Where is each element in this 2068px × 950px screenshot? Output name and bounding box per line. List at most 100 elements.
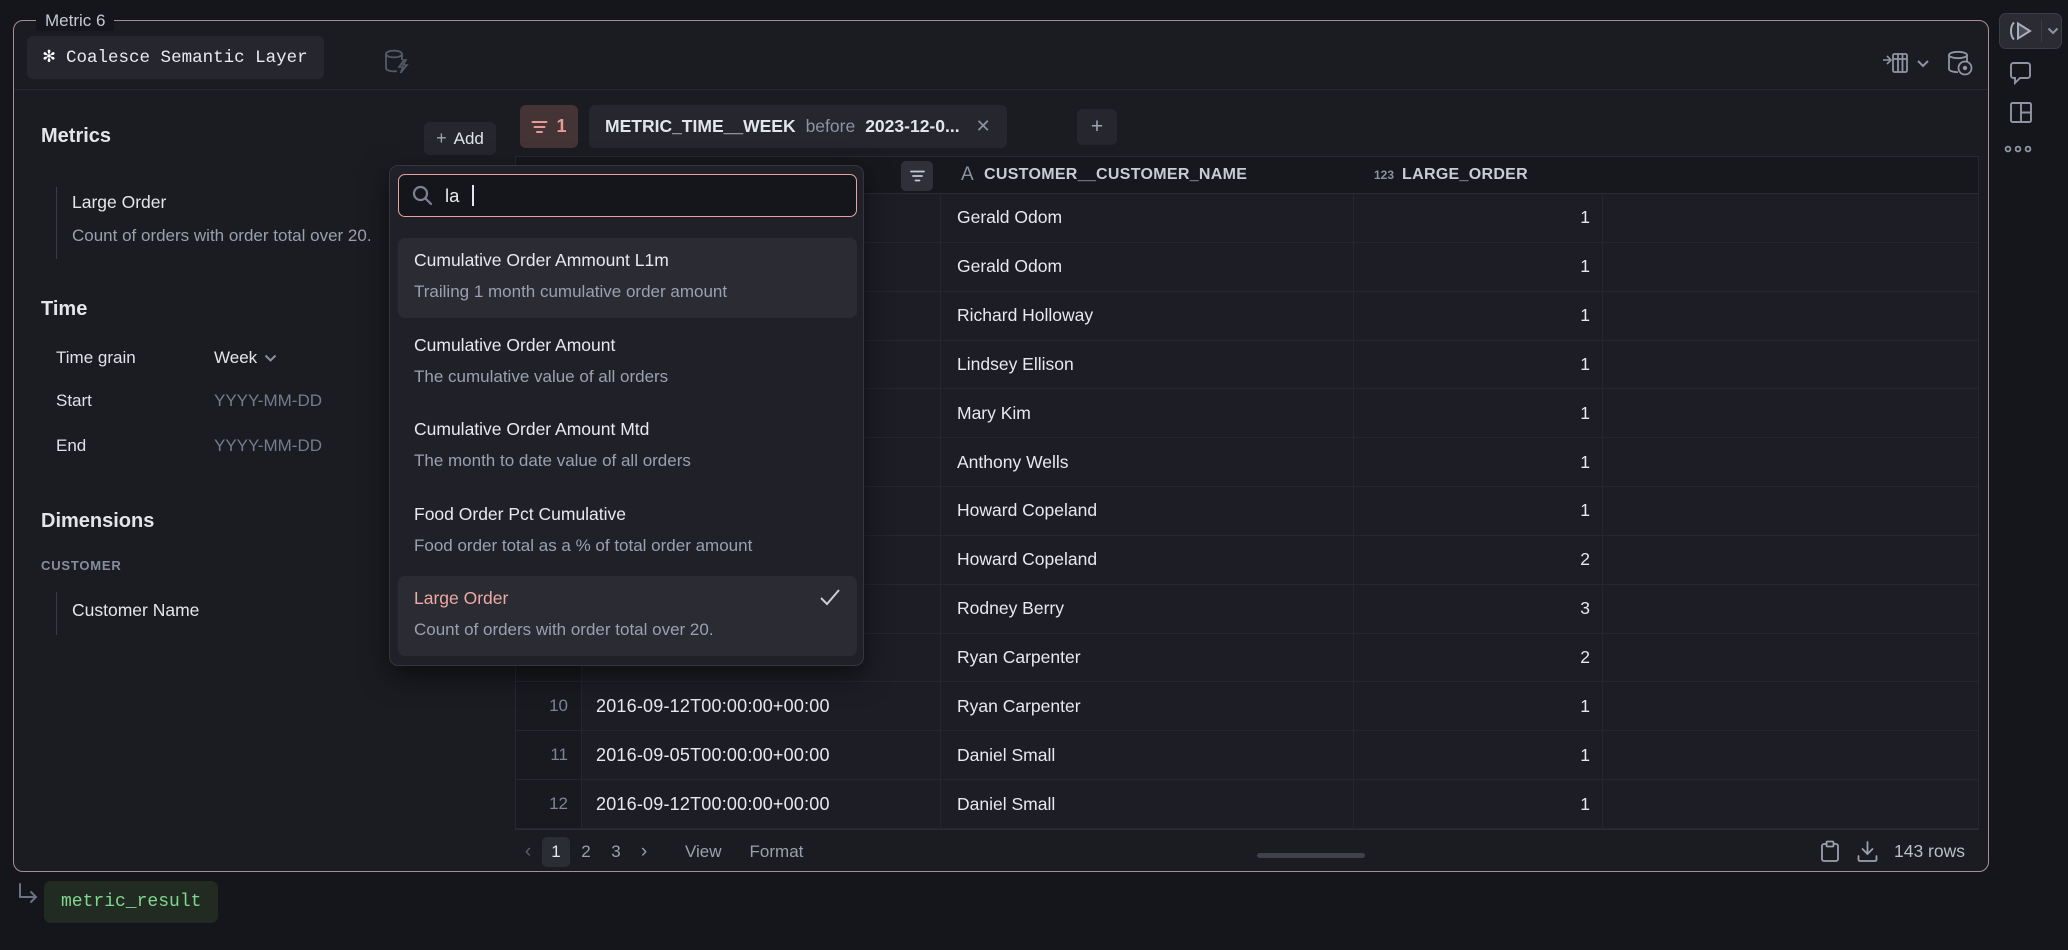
row-index: 12 xyxy=(516,780,582,828)
large-order-cell[interactable]: 1 xyxy=(1354,389,1603,437)
selected-metric-item[interactable]: Large Order Count of orders with order t… xyxy=(56,187,372,259)
large-order-column-header[interactable]: 123 LARGE_ORDER xyxy=(1354,157,1603,193)
large-order-cell[interactable]: 1 xyxy=(1354,243,1603,291)
metric-option[interactable]: Cumulative Order Amount Mtd The month to… xyxy=(398,407,857,487)
customer-name-cell[interactable]: Richard Holloway xyxy=(941,292,1354,340)
text-caret xyxy=(472,185,474,206)
end-date-input[interactable]: YYYY-MM-DD xyxy=(214,436,322,456)
layout-icon[interactable] xyxy=(2009,101,2033,124)
result-variable-name: metric_result xyxy=(61,892,201,912)
large-order-cell[interactable]: 1 xyxy=(1354,341,1603,389)
customer-name-cell[interactable]: Rodney Berry xyxy=(941,585,1354,633)
customer-name-cell[interactable]: Gerald Odom xyxy=(941,194,1354,242)
page-button-1[interactable]: 1 xyxy=(542,837,570,867)
customer-name-cell[interactable]: Lindsey Ellison xyxy=(941,341,1354,389)
close-icon[interactable]: ✕ xyxy=(976,116,991,137)
divider xyxy=(2041,20,2042,42)
table-row[interactable]: 12 2016-09-12T00:00:00+00:00 Daniel Smal… xyxy=(516,780,1978,829)
customer-name-cell[interactable]: Ryan Carpenter xyxy=(941,634,1354,682)
table-row[interactable]: 10 2016-09-12T00:00:00+00:00 Ryan Carpen… xyxy=(516,682,1978,731)
large-order-cell[interactable]: 1 xyxy=(1354,292,1603,340)
filter-value: 2023-12-0... xyxy=(865,116,959,137)
large-order-cell[interactable]: 1 xyxy=(1354,438,1603,486)
customer-name-cell[interactable]: Mary Kim xyxy=(941,389,1354,437)
metrics-heading: Metrics xyxy=(41,125,111,148)
metric-time-cell[interactable]: 2016-09-12T00:00:00+00:00 xyxy=(582,780,941,828)
page-button-2[interactable]: 2 xyxy=(572,837,600,867)
chevron-down-icon xyxy=(264,354,277,363)
chevron-down-icon xyxy=(1916,59,1930,69)
filter-icon xyxy=(910,170,925,182)
page-button-3[interactable]: 3 xyxy=(602,837,630,867)
large-order-cell[interactable]: 1 xyxy=(1354,194,1603,242)
empty-cell xyxy=(1603,438,1978,486)
time-grain-label: Time grain xyxy=(56,348,136,368)
result-variable-chip[interactable]: metric_result xyxy=(44,881,218,923)
large-order-cell[interactable]: 2 xyxy=(1354,536,1603,584)
customer-name-cell[interactable]: Howard Copeland xyxy=(941,536,1354,584)
database-lightning-icon[interactable] xyxy=(380,46,412,78)
run-cell-button[interactable] xyxy=(1999,13,2062,49)
customer-name-cell[interactable]: Gerald Odom xyxy=(941,243,1354,291)
customer-name-cell[interactable]: Howard Copeland xyxy=(941,487,1354,535)
empty-cell xyxy=(1603,634,1978,682)
metric-option-description: Food order total as a % of total order a… xyxy=(414,535,841,557)
add-filter-button[interactable]: + xyxy=(1077,109,1117,145)
metric-description: Count of orders with order total over 20… xyxy=(72,225,372,247)
empty-cell xyxy=(1603,585,1978,633)
time-grain-value: Week xyxy=(214,348,257,368)
metric-option[interactable]: Cumulative Order Ammount L1m Trailing 1 … xyxy=(398,238,857,318)
format-button[interactable]: Format xyxy=(750,842,804,862)
metric-search-input[interactable]: la xyxy=(398,174,857,217)
metric-time-cell[interactable]: 2016-09-12T00:00:00+00:00 xyxy=(582,682,941,730)
view-button[interactable]: View xyxy=(685,842,722,862)
more-options-icon[interactable] xyxy=(2004,144,2032,154)
metric-option[interactable]: Cumulative Order Amount The cumulative v… xyxy=(398,323,857,403)
source-chip-label: Coalesce Semantic Layer xyxy=(66,48,308,68)
metric-time-cell[interactable]: 2016-09-05T00:00:00+00:00 xyxy=(582,731,941,779)
customer-name-cell[interactable]: Anthony Wells xyxy=(941,438,1354,486)
customer-name-column-header[interactable]: A CUSTOMER__CUSTOMER_NAME xyxy=(941,157,1354,193)
large-order-cell[interactable]: 1 xyxy=(1354,682,1603,730)
large-order-cell[interactable]: 3 xyxy=(1354,585,1603,633)
copy-table-icon[interactable] xyxy=(1819,840,1841,864)
download-icon[interactable] xyxy=(1856,840,1879,863)
large-order-cell[interactable]: 1 xyxy=(1354,487,1603,535)
next-page-icon[interactable]: › xyxy=(631,841,657,863)
horizontal-scrollbar[interactable] xyxy=(1257,853,1365,858)
run-options-chevron-icon[interactable] xyxy=(2047,27,2059,35)
large-order-cell[interactable]: 2 xyxy=(1354,634,1603,682)
large-order-cell[interactable]: 1 xyxy=(1354,780,1603,828)
comment-icon[interactable] xyxy=(2008,61,2033,85)
cell-header-bar: ✻ Coalesce Semantic Layer xyxy=(14,21,1988,90)
semantic-layer-source-button[interactable]: ✻ Coalesce Semantic Layer xyxy=(27,36,324,79)
column-filter-indicator[interactable] xyxy=(901,161,933,191)
notebook-cell: Metric 6 ✻ Coalesce Semantic Layer xyxy=(13,20,1989,872)
database-preview-icon[interactable] xyxy=(1944,49,1976,79)
customer-name-cell[interactable]: Daniel Small xyxy=(941,731,1354,779)
table-output-icon[interactable] xyxy=(1881,50,1930,78)
checkmark-icon xyxy=(819,588,841,606)
metric-option-description: Trailing 1 month cumulative order amount xyxy=(414,281,841,303)
filter-icon xyxy=(531,120,548,134)
time-filter-chip[interactable]: METRIC_TIME__WEEK before 2023-12-0... ✕ xyxy=(589,105,1007,148)
prev-page-icon[interactable]: ‹ xyxy=(515,841,541,863)
metric-option-description: The month to date value of all orders xyxy=(414,450,841,472)
start-date-input[interactable]: YYYY-MM-DD xyxy=(214,391,322,411)
customer-name-cell[interactable]: Ryan Carpenter xyxy=(941,682,1354,730)
time-grain-select[interactable]: Week xyxy=(214,348,277,368)
table-row[interactable]: 11 2016-09-05T00:00:00+00:00 Daniel Smal… xyxy=(516,731,1978,780)
customer-name-cell[interactable]: Daniel Small xyxy=(941,780,1354,828)
metric-option-title: Cumulative Order Ammount L1m xyxy=(414,248,841,272)
metric-option[interactable]: Food Order Pct Cumulative Food order tot… xyxy=(398,492,857,572)
metric-option[interactable]: Large Order Count of orders with order t… xyxy=(398,576,857,656)
empty-cell xyxy=(1603,682,1978,730)
filter-count-chip[interactable]: 1 xyxy=(520,105,578,148)
start-date-label: Start xyxy=(56,391,92,411)
add-metric-button[interactable]: + Add xyxy=(424,122,496,155)
metric-option-title: Large Order xyxy=(414,586,841,610)
large-order-cell[interactable]: 1 xyxy=(1354,731,1603,779)
selected-dimension-item[interactable]: Customer Name xyxy=(56,592,199,635)
output-arrow-icon xyxy=(16,882,42,908)
metric-option-description: Count of orders with order total over 20… xyxy=(414,619,841,641)
